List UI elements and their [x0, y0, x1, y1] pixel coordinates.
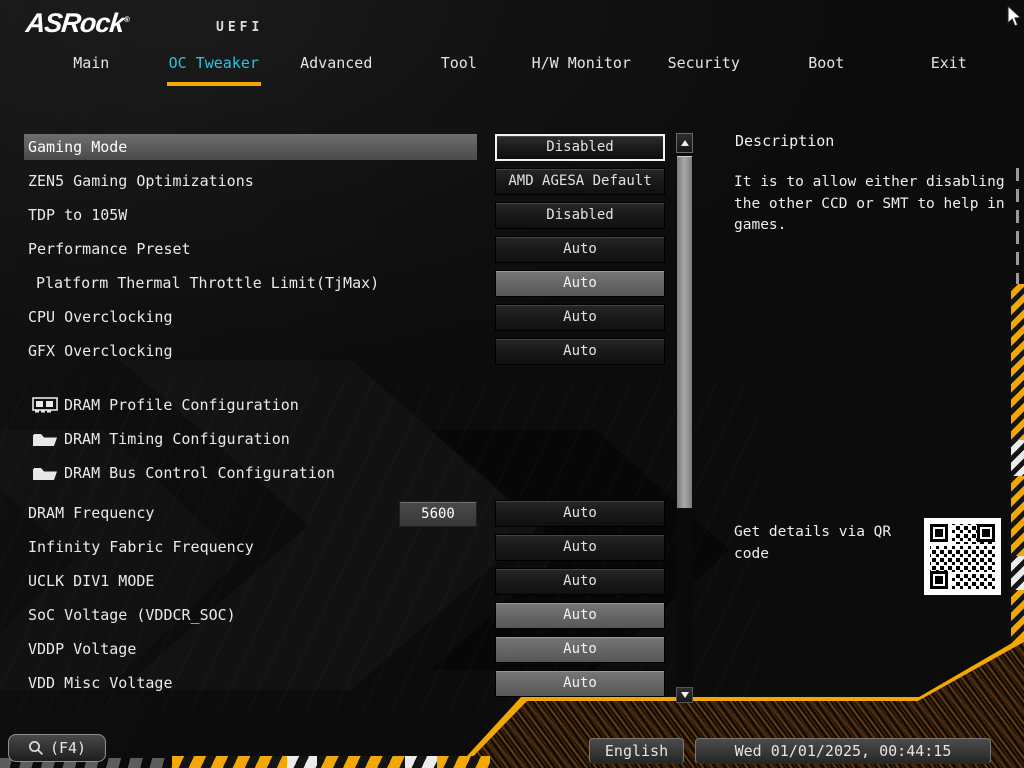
search-button[interactable]: (F4): [8, 734, 106, 762]
bottom-stripes-white: [287, 756, 317, 768]
list-gap: [24, 369, 665, 389]
folder-icon: [32, 464, 58, 482]
tab-security[interactable]: Security: [643, 50, 766, 80]
asrock-logo-text: ASRock: [24, 8, 125, 38]
setting-label: UCLK DIV1 MODE: [28, 572, 154, 590]
setting-label: ZEN5 Gaming Optimizations: [28, 172, 254, 190]
submenu-dram-profile-configuration[interactable]: DRAM Profile Configuration: [24, 389, 665, 423]
setting-label: Gaming Mode: [28, 138, 127, 156]
setting-label: Performance Preset: [28, 240, 191, 258]
uefi-screen: ASRock® UEFI Main OC Tweaker Advanced To…: [0, 0, 1024, 768]
search-icon: [28, 740, 44, 756]
option-button-uclk[interactable]: Auto: [495, 568, 665, 595]
asrock-logo: ASRock®: [24, 8, 131, 39]
setting-label: VDDP Voltage: [28, 640, 136, 658]
tab-advanced[interactable]: Advanced: [275, 50, 398, 80]
hazard-stripe-white: [1011, 556, 1024, 590]
setting-row-dram-frequency[interactable]: DRAM Frequency 5600 Auto: [24, 497, 665, 531]
setting-row-vddp-voltage[interactable]: VDDP Voltage Auto: [24, 633, 665, 667]
setting-label: VDD Misc Voltage: [28, 674, 173, 692]
qr-label: Get details via QR code: [734, 521, 924, 565]
arrow-up-icon: [681, 140, 689, 146]
option-button-vdd-misc-voltage[interactable]: Auto: [495, 670, 665, 697]
setting-row-uclk-div1-mode[interactable]: UCLK DIV1 MODE Auto: [24, 565, 665, 599]
hazard-stripe-white: [1011, 440, 1024, 476]
option-button-gaming-mode[interactable]: Disabled: [495, 134, 665, 161]
submenu-dram-timing-configuration[interactable]: DRAM Timing Configuration: [24, 423, 665, 457]
uefi-label: UEFI: [216, 20, 263, 35]
setting-row-platform-thermal-limit[interactable]: Platform Thermal Throttle Limit(TjMax) A…: [24, 267, 665, 301]
tab-tool[interactable]: Tool: [398, 50, 521, 80]
trademark-symbol: ®: [123, 15, 130, 24]
setting-label: Platform Thermal Throttle Limit(TjMax): [36, 274, 379, 292]
search-hotkey: (F4): [50, 739, 86, 757]
setting-label: TDP to 105W: [28, 206, 127, 224]
option-button-vddp-voltage[interactable]: Auto: [495, 636, 665, 663]
option-button-cpu-oc[interactable]: Auto: [495, 304, 665, 331]
option-button-fabric-frequency[interactable]: Auto: [495, 534, 665, 561]
option-button-performance-preset[interactable]: Auto: [495, 236, 665, 263]
setting-row-gaming-mode[interactable]: Gaming Mode Disabled: [24, 131, 665, 165]
settings-list: Gaming Mode Disabled ZEN5 Gaming Optimiz…: [24, 131, 665, 701]
scroll-down-button[interactable]: [676, 687, 693, 703]
tab-oc-tweaker[interactable]: OC Tweaker: [153, 50, 276, 80]
hazard-stripe: [1011, 284, 1024, 440]
option-button-tdp[interactable]: Disabled: [495, 202, 665, 229]
arrow-down-icon: [681, 692, 689, 698]
setting-label: GFX Overclocking: [28, 342, 173, 360]
setting-label: DRAM Frequency: [28, 504, 154, 522]
tab-exit[interactable]: Exit: [888, 50, 1011, 80]
folder-icon: [32, 430, 58, 448]
setting-label: Infinity Fabric Frequency: [28, 538, 254, 556]
mouse-cursor: [1004, 5, 1024, 29]
bottom-stripes-yellow: [172, 756, 490, 768]
option-button-soc-voltage[interactable]: Auto: [495, 602, 665, 629]
dimm-icon: [32, 396, 58, 414]
language-button[interactable]: English: [589, 738, 684, 764]
option-button-zen5[interactable]: AMD AGESA Default: [495, 168, 665, 195]
setting-row-cpu-overclocking[interactable]: CPU Overclocking Auto: [24, 301, 665, 335]
bottom-stripes-white: [405, 756, 437, 768]
setting-row-zen5-gaming-optimizations[interactable]: ZEN5 Gaming Optimizations AMD AGESA Defa…: [24, 165, 665, 199]
qr-code: [924, 518, 1001, 595]
hazard-stripe: [1011, 476, 1024, 556]
submenu-label: DRAM Profile Configuration: [64, 396, 299, 414]
settings-scrollbar[interactable]: [676, 133, 693, 703]
setting-row-gfx-overclocking[interactable]: GFX Overclocking Auto: [24, 335, 665, 369]
scroll-up-button[interactable]: [676, 133, 693, 153]
option-button-tjmax[interactable]: Auto: [495, 270, 665, 297]
nav-tabs: Main OC Tweaker Advanced Tool H/W Monito…: [30, 50, 1010, 80]
edge-dashed-line: [1016, 168, 1019, 284]
dram-frequency-value: 5600: [399, 501, 477, 527]
tab-main[interactable]: Main: [30, 50, 153, 80]
submenu-label: DRAM Bus Control Configuration: [64, 464, 335, 482]
tab-hw-monitor[interactable]: H/W Monitor: [520, 50, 643, 80]
description-title: Description: [735, 132, 834, 150]
option-button-gfx-oc[interactable]: Auto: [495, 338, 665, 365]
setting-row-soc-voltage[interactable]: SoC Voltage (VDDCR_SOC) Auto: [24, 599, 665, 633]
option-button-dram-frequency[interactable]: Auto: [495, 500, 665, 527]
description-body: It is to allow either disabling the othe…: [734, 172, 1010, 237]
setting-row-vdd-misc-voltage[interactable]: VDD Misc Voltage Auto: [24, 667, 665, 701]
setting-label: SoC Voltage (VDDCR_SOC): [28, 606, 236, 624]
datetime-display: Wed 01/01/2025, 00:44:15: [695, 738, 991, 764]
scrollbar-thumb[interactable]: [677, 156, 692, 508]
submenu-label: DRAM Timing Configuration: [64, 430, 290, 448]
submenu-dram-bus-control-configuration[interactable]: DRAM Bus Control Configuration: [24, 457, 665, 491]
setting-label: CPU Overclocking: [28, 308, 173, 326]
setting-row-performance-preset[interactable]: Performance Preset Auto: [24, 233, 665, 267]
tab-boot[interactable]: Boot: [765, 50, 888, 80]
setting-row-infinity-fabric-frequency[interactable]: Infinity Fabric Frequency Auto: [24, 531, 665, 565]
setting-row-tdp-105w[interactable]: TDP to 105W Disabled: [24, 199, 665, 233]
